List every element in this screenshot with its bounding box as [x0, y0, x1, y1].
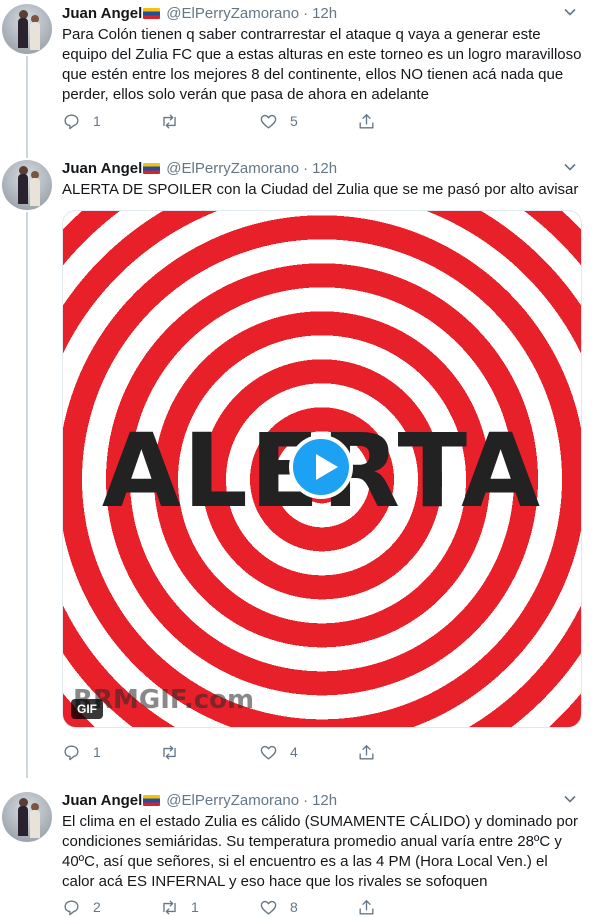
gif-badge: GIF — [71, 699, 103, 719]
avatar[interactable] — [2, 792, 52, 842]
timestamp[interactable]: 12h — [312, 792, 337, 809]
chevron-down-icon[interactable] — [563, 159, 577, 179]
venezuela-flag-icon — [143, 795, 161, 806]
retweet-button[interactable]: 1 — [160, 897, 199, 917]
timestamp[interactable]: 12h — [312, 160, 337, 177]
like-count: 8 — [290, 899, 298, 915]
reply-count: 2 — [93, 899, 101, 915]
user-handle[interactable]: @ElPerryZamorano — [166, 5, 299, 22]
retweet-button[interactable] — [160, 111, 191, 131]
reply-icon — [64, 113, 79, 129]
venezuela-flag-icon — [143, 163, 161, 174]
like-button[interactable]: 5 — [259, 111, 298, 131]
share-icon — [359, 744, 374, 760]
like-count: 5 — [290, 113, 298, 129]
timestamp[interactable]: 12h — [312, 5, 337, 22]
retweet-count: 1 — [191, 899, 199, 915]
reply-icon — [64, 744, 79, 760]
avatar[interactable] — [2, 4, 52, 54]
tweet-text: Para Colón tienen q saber contrarrestar … — [62, 26, 582, 103]
tweet-text: ALERTA DE SPOILER con la Ciudad del Zuli… — [62, 181, 579, 198]
venezuela-flag-icon — [143, 8, 161, 19]
like-button[interactable]: 4 — [259, 742, 298, 762]
chevron-down-icon[interactable] — [563, 791, 577, 811]
tweet-header: Juan Angel @ElPerryZamorano · 12h — [62, 791, 337, 811]
retweet-icon — [163, 113, 176, 129]
user-handle[interactable]: @ElPerryZamorano — [166, 792, 299, 809]
tweet-3[interactable]: Juan Angel @ElPerryZamorano · 12h El clima … — [0, 788, 597, 917]
reply-count: 1 — [93, 113, 101, 129]
tweet-actions: 2 1 8 — [62, 897, 382, 917]
separator-dot: · — [303, 5, 309, 22]
reply-button[interactable]: 2 — [62, 897, 101, 917]
like-icon — [260, 745, 277, 760]
share-button[interactable] — [357, 111, 376, 131]
display-name[interactable]: Juan Angel — [62, 5, 142, 22]
share-icon — [359, 113, 374, 129]
tweet-header: Juan Angel @ElPerryZamorano · 12h — [62, 4, 337, 24]
retweet-button[interactable] — [160, 742, 191, 762]
like-icon — [260, 114, 277, 129]
tweet-header: Juan Angel @ElPerryZamorano · 12h — [62, 159, 337, 179]
gif-media[interactable]: ALERTA RRMGIF.com GIF — [62, 210, 582, 728]
play-icon[interactable] — [289, 435, 353, 499]
avatar[interactable] — [2, 160, 52, 210]
tweet-1[interactable]: Juan Angel @ElPerryZamorano · 12h Para Coló… — [0, 0, 597, 148]
separator-dot: · — [303, 160, 309, 177]
display-name[interactable]: Juan Angel — [62, 160, 142, 177]
tweet-2[interactable]: Juan Angel @ElPerryZamorano · 12h ALERTA DE… — [0, 156, 597, 776]
share-button[interactable] — [357, 897, 376, 917]
tweet-text: El clima en el estado Zulia es cálido (S… — [62, 813, 579, 890]
reply-button[interactable]: 1 — [62, 742, 101, 762]
share-button[interactable] — [357, 742, 376, 762]
like-count: 4 — [290, 744, 298, 760]
tweet-actions: 1 4 — [62, 742, 382, 762]
display-name[interactable]: Juan Angel — [62, 792, 142, 809]
like-button[interactable]: 8 — [259, 897, 298, 917]
chevron-down-icon[interactable] — [563, 4, 577, 24]
retweet-icon — [163, 744, 176, 760]
reply-button[interactable]: 1 — [62, 111, 101, 131]
user-handle[interactable]: @ElPerryZamorano — [166, 160, 299, 177]
separator-dot: · — [303, 792, 309, 809]
reply-count: 1 — [93, 744, 101, 760]
tweet-actions: 1 5 — [62, 111, 382, 131]
